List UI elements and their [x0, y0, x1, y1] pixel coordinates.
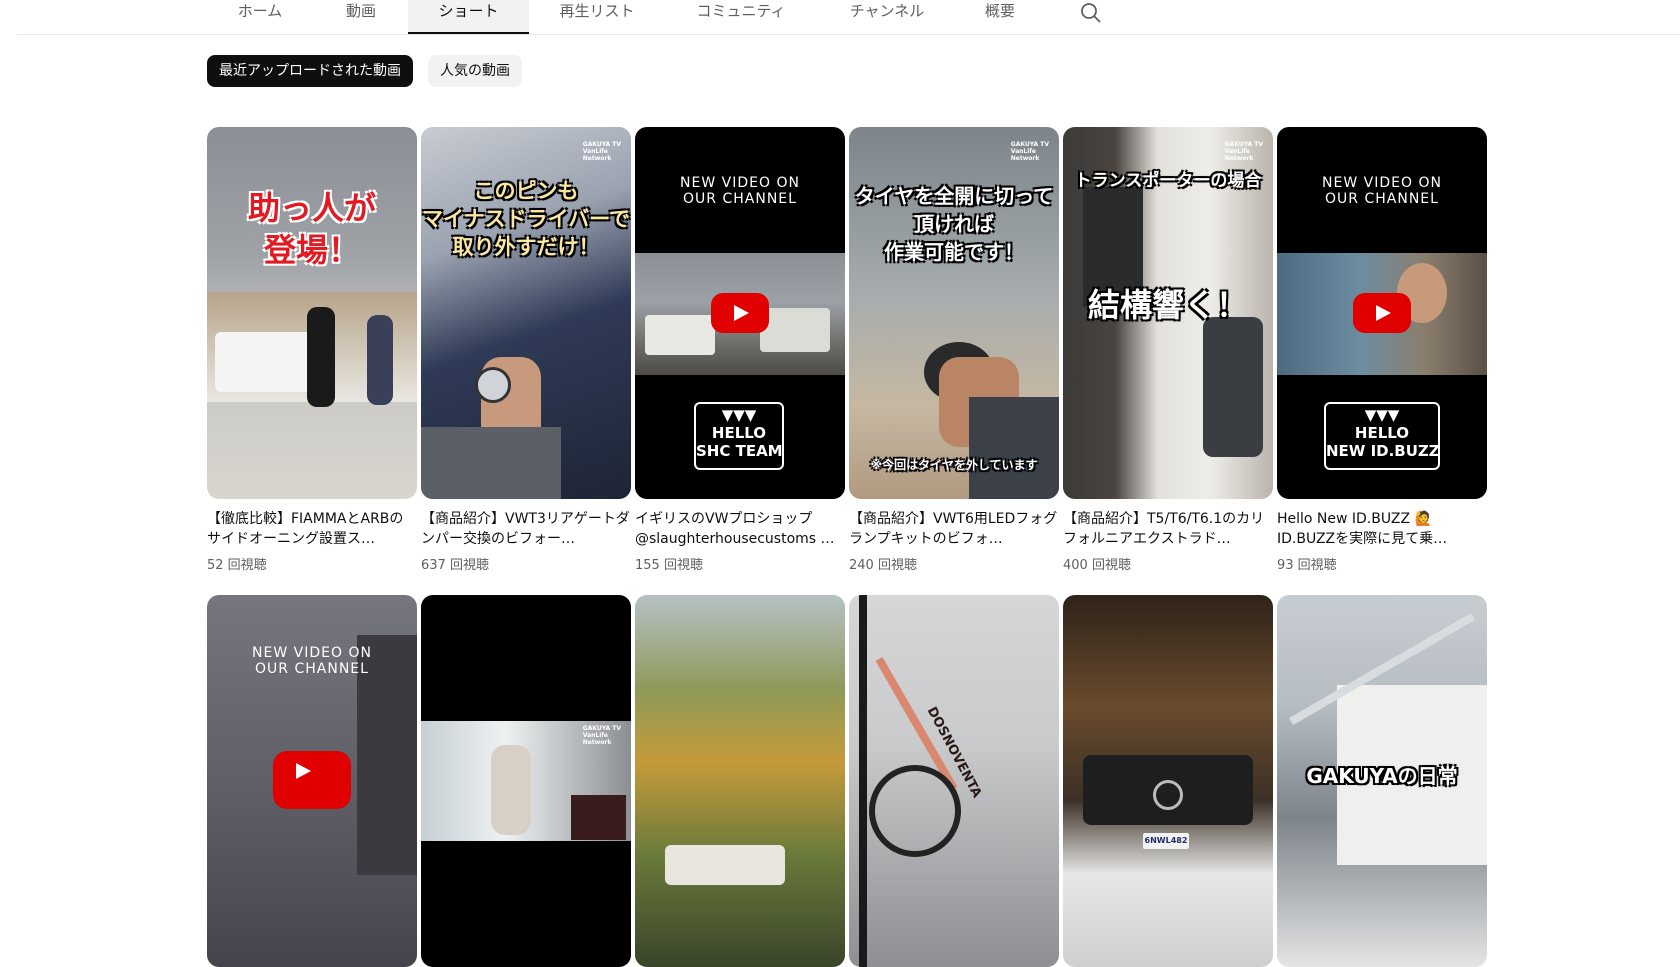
tabs-divider: [17, 34, 1680, 35]
short-thumbnail[interactable]: 助っ人が 登場！: [207, 127, 417, 499]
tab-community[interactable]: コミュニティ: [690, 0, 792, 35]
play-icon: [273, 751, 351, 809]
tab-playlists[interactable]: 再生リスト: [553, 0, 641, 35]
promo-heading: NEW VIDEO ON OUR CHANNEL: [252, 645, 372, 677]
short-title[interactable]: 【商品紹介】VWT6用LEDフォグランプキットのビフォ…: [849, 509, 1059, 549]
short-note: ※今回はタイヤを外しています: [870, 458, 1038, 472]
short-views: 52 回視聴: [207, 558, 267, 573]
short-thumbnail[interactable]: NEW VIDEO ON OUR CHANNEL: [207, 595, 417, 967]
promo-heading: NEW VIDEO ON OUR CHANNEL: [1322, 175, 1442, 207]
short-overlay-text: このピンも マイナスドライバーで 取り外すだけ！: [422, 179, 630, 259]
short-overlay-text-2: 結構響く！: [1087, 286, 1248, 324]
short-thumbnail[interactable]: [635, 595, 845, 967]
tab-home[interactable]: ホーム: [226, 0, 294, 35]
short-thumbnail[interactable]: GAKUYAの日常: [1277, 595, 1487, 967]
short-thumbnail[interactable]: NEW VIDEO ON OUR CHANNEL ▼▼▼ HELLO NEW I…: [1277, 127, 1487, 499]
watermark-text: GAKUYA TV VanLife Network: [1010, 141, 1049, 162]
short-overlay-text: トランスポーターの場合: [1074, 171, 1262, 191]
license-plate: 6NWL482: [1143, 833, 1189, 849]
promo-heading: NEW VIDEO ON OUR CHANNEL: [680, 175, 800, 207]
short-title[interactable]: 【徹底比較】FIAMMAとARBのサイドオーニング設置ス…: [207, 509, 417, 549]
short-thumbnail[interactable]: DOSNOVENTA: [849, 595, 1059, 967]
short-views: 637 回視聴: [421, 558, 489, 573]
tab-channels[interactable]: チャンネル: [843, 0, 931, 35]
short-thumbnail[interactable]: GAKUYA TV VanLife Network トランスポーターの場合 結構…: [1063, 127, 1273, 499]
short-thumbnail[interactable]: NEW VIDEO ON OUR CHANNEL ▼▼▼ HELLO SHC T…: [635, 127, 845, 499]
watermark-text: GAKUYA TV VanLife Network: [582, 725, 621, 746]
watermark-text: GAKUYA TV VanLife Network: [582, 141, 621, 162]
short-views: 155 回視聴: [635, 558, 703, 573]
search-icon[interactable]: [1078, 1, 1104, 25]
watermark-text: GAKUYA TV VanLife Network: [1224, 141, 1263, 162]
short-thumbnail[interactable]: GAKUYA TV VanLife Network このピンも マイナスドライバ…: [421, 127, 631, 499]
short-title[interactable]: Hello New ID.BUZZ 🙋ID.BUZZを実際に見て乗…: [1277, 509, 1487, 549]
short-title[interactable]: イギリスのVWプロショップ@slaughterhousecustoms …: [635, 509, 845, 549]
promo-box: ▼▼▼ HELLO SHC TEAM: [694, 402, 784, 470]
filter-popular-chip[interactable]: 人気の動画: [428, 55, 522, 87]
channel-tabs: ホーム 動画 ショート 再生リスト コミュニティ チャンネル 概要: [0, 0, 1680, 35]
short-thumbnail[interactable]: GAKUYA TV VanLife Network: [421, 595, 631, 967]
short-views: 93 回視聴: [1277, 558, 1337, 573]
short-thumbnail[interactable]: 6NWL482: [1063, 595, 1273, 967]
promo-box: ▼▼▼ HELLO NEW ID.BUZZ: [1324, 402, 1440, 470]
play-icon: [711, 293, 769, 333]
play-icon: [1353, 293, 1411, 333]
short-overlay-text: GAKUYAの日常: [1306, 764, 1458, 788]
short-overlay-text: タイヤを全開に切って 頂ければ 作業可能です！: [854, 184, 1054, 264]
tab-about[interactable]: 概要: [980, 0, 1020, 35]
short-thumbnail[interactable]: GAKUYA TV VanLife Network タイヤを全開に切って 頂けれ…: [849, 127, 1059, 499]
short-views: 400 回視聴: [1063, 558, 1131, 573]
short-views: 240 回視聴: [849, 558, 917, 573]
short-overlay-text: 助っ人が 登場！: [247, 189, 376, 269]
filter-recent-chip[interactable]: 最近アップロードされた動画: [207, 55, 413, 87]
short-title[interactable]: 【商品紹介】VWT3リアゲートダンパー交換のビフォー…: [421, 509, 631, 549]
tab-videos[interactable]: 動画: [326, 0, 396, 35]
short-title[interactable]: 【商品紹介】T5/T6/T6.1のカリフォルニアエクストラド…: [1063, 509, 1273, 549]
tab-shorts[interactable]: ショート: [408, 0, 529, 35]
